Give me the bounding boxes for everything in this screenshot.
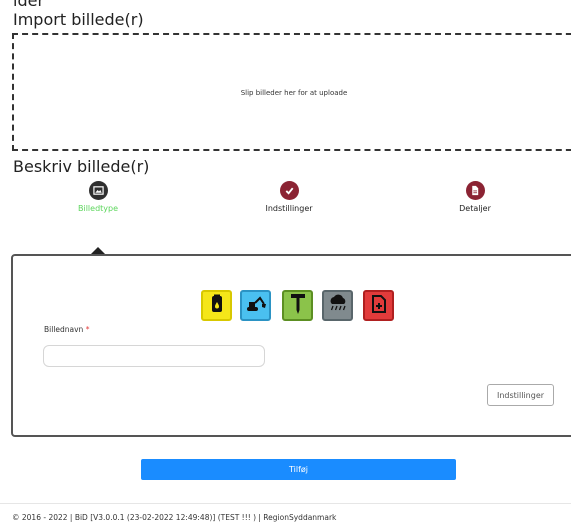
document-plus-icon — [370, 294, 388, 318]
required-mark: * — [85, 325, 90, 334]
step-label-indstillinger: Indstillinger — [265, 204, 313, 213]
step-indstillinger[interactable]: Indstillinger — [249, 181, 329, 213]
type-add-document-button[interactable] — [363, 290, 394, 321]
billednavn-label: Billednavn * — [44, 325, 89, 334]
image-icon — [88, 181, 108, 200]
tank-icon — [209, 294, 225, 318]
describe-title: Beskriv billede(r) — [13, 157, 150, 176]
footer-text: © 2016 - 2022 | BiD [V3.0.0.1 (23-02-202… — [12, 513, 337, 522]
import-title: Import billede(r) — [13, 10, 144, 29]
footer-divider — [0, 503, 571, 504]
type-rain-button[interactable] — [322, 290, 353, 321]
excavator-icon — [245, 294, 267, 318]
billednavn-input[interactable] — [43, 345, 265, 367]
type-drill-button[interactable] — [282, 290, 313, 321]
rain-cloud-icon — [327, 294, 349, 318]
step-label-detaljer: Detaljer — [459, 204, 491, 213]
type-excavator-button[interactable] — [240, 290, 271, 321]
dropzone-text: Slip billeder her for at uploade — [240, 89, 348, 97]
clipped-heading: lder — [13, 0, 45, 10]
settings-button[interactable]: Indstillinger — [487, 384, 554, 406]
step-label-billedtype: Billedtype — [77, 204, 119, 213]
billednavn-label-text: Billednavn — [44, 325, 84, 334]
dropzone[interactable]: Slip billeder her for at uploade — [12, 33, 571, 151]
add-button[interactable]: Tilføj — [141, 459, 456, 480]
step-detaljer[interactable]: Detaljer — [435, 181, 515, 213]
step-billedtype[interactable]: Billedtype — [58, 181, 138, 213]
drill-icon — [289, 293, 307, 319]
check-icon — [279, 181, 299, 200]
type-tank-button[interactable] — [201, 290, 232, 321]
document-icon — [465, 181, 485, 200]
